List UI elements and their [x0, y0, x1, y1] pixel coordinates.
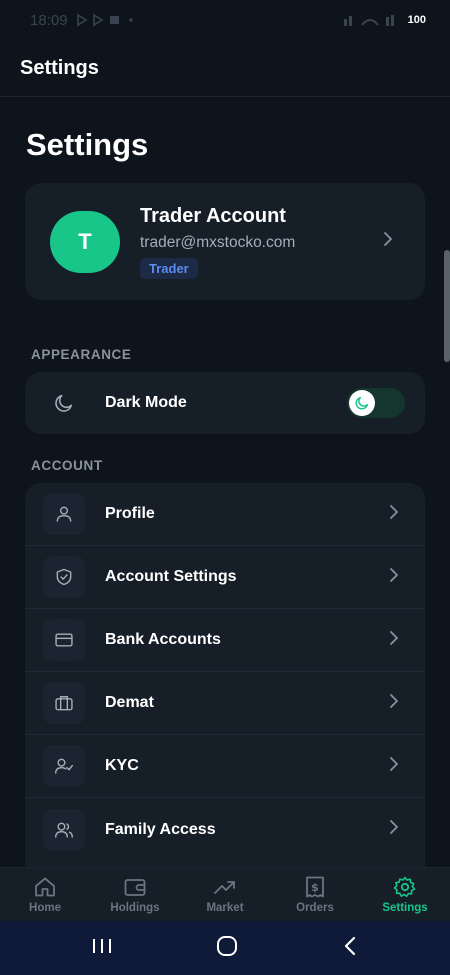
profile-info: Trader Account trader@mxstocko.com Trade… — [140, 205, 295, 279]
account-section-label: ACCOUNT — [31, 458, 103, 473]
bottom-nav: Home Holdings Market $ Orders Settings — [0, 867, 450, 921]
nav-label: Holdings — [110, 902, 160, 914]
signal-icons — [343, 15, 394, 26]
profile-name: Trader Account — [140, 204, 286, 227]
settings-scroll-area[interactable]: Settings T Trader Account trader@mxstock… — [0, 97, 450, 867]
page-title: Settings — [26, 127, 149, 162]
user-icon — [43, 493, 85, 535]
chevron-right-icon — [389, 756, 399, 777]
chevron-right-icon — [389, 504, 399, 525]
nav-label: Settings — [382, 902, 428, 914]
recent-apps-icon[interactable] — [91, 936, 113, 961]
header-title: Settings — [20, 56, 99, 79]
app-header: Settings — [0, 40, 450, 97]
account-item-demat[interactable]: Demat — [25, 672, 425, 735]
gear-icon — [393, 876, 416, 898]
nav-item-settings[interactable]: Settings — [360, 875, 450, 914]
home-icon — [35, 877, 55, 897]
shield-check-icon — [43, 556, 85, 598]
chevron-right-icon — [389, 693, 399, 714]
briefcase-icon — [43, 682, 85, 724]
nav-item-market[interactable]: Market — [180, 875, 270, 914]
appearance-section-label: APPEARANCE — [31, 347, 132, 362]
battery-level: 100 — [405, 13, 428, 27]
moon-icon — [355, 396, 369, 410]
account-item-profile[interactable]: Profile — [25, 483, 425, 546]
moon-icon — [43, 382, 85, 424]
dark-mode-label: Dark Mode — [105, 394, 187, 411]
dark-mode-row[interactable]: Dark Mode — [25, 372, 425, 434]
account-item-label: KYC — [105, 757, 139, 774]
notification-icons — [76, 13, 133, 27]
chevron-right-icon — [383, 231, 393, 252]
chevron-right-icon — [389, 567, 399, 588]
account-item-bank-accounts[interactable]: Bank Accounts — [25, 609, 425, 672]
chevron-right-icon — [389, 630, 399, 651]
wallet-icon — [124, 879, 146, 896]
account-item-family-access[interactable]: Family Access — [25, 798, 425, 861]
system-nav-bar — [0, 921, 450, 975]
svg-text:$: $ — [311, 881, 319, 894]
profile-card[interactable]: T Trader Account trader@mxstocko.com Tra… — [25, 183, 425, 300]
back-icon[interactable] — [341, 935, 359, 962]
account-item-label: Demat — [105, 694, 154, 711]
nav-item-home[interactable]: Home — [0, 875, 90, 914]
account-item-kyc[interactable]: KYC — [25, 735, 425, 798]
chevron-right-icon — [389, 819, 399, 840]
nav-label: Home — [29, 902, 61, 914]
status-time: 18:09 — [30, 11, 68, 29]
trending-up-icon — [214, 881, 235, 894]
nav-label: Market — [206, 902, 244, 914]
users-icon — [43, 808, 85, 851]
nav-item-orders[interactable]: $ Orders — [270, 875, 360, 914]
scrollbar[interactable] — [444, 250, 450, 362]
avatar-letter: T — [78, 228, 92, 254]
status-bar: 18:09 100 — [0, 0, 450, 40]
role-badge: Trader — [140, 257, 198, 279]
home-button-icon[interactable] — [215, 935, 239, 962]
credit-card-icon — [43, 619, 85, 661]
nav-label: Orders — [296, 902, 334, 914]
profile-email: trader@mxstocko.com — [140, 233, 296, 251]
account-item-label: Profile — [105, 505, 155, 522]
account-item-account-settings[interactable]: Account Settings — [25, 546, 425, 609]
dark-mode-toggle[interactable] — [347, 388, 405, 418]
account-item-label: Account Settings — [105, 568, 237, 585]
nav-item-holdings[interactable]: Holdings — [90, 875, 180, 914]
receipt-icon: $ — [306, 876, 324, 898]
account-item-label: Bank Accounts — [105, 631, 221, 648]
toggle-knob — [349, 390, 375, 416]
account-item-label: Family Access — [105, 820, 216, 838]
appearance-card: Dark Mode — [25, 372, 425, 434]
account-card: Profile Account Settings Bank Accounts D… — [25, 483, 425, 867]
avatar: T — [50, 210, 120, 273]
user-check-icon — [43, 745, 85, 787]
